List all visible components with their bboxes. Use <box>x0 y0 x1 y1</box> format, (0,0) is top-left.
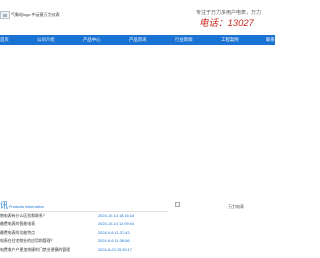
news-link[interactable]: 缴费电表的智能电表 <box>0 221 35 227</box>
news-date: 2024-6-20 15:30:17 <box>98 247 132 252</box>
phone-number: 13027 <box>227 18 254 29</box>
list-item: 物电表有什么区别和联系？ 2024-10-14 18:16:18 <box>0 213 170 219</box>
broken-image-icon <box>175 202 180 207</box>
header-phone: 电话：13027 <box>199 15 254 29</box>
divider <box>0 211 168 212</box>
nav-item-about[interactable]: 公司介绍 <box>37 35 55 45</box>
news-link[interactable]: 电表在住宅物业的应用和管理？ <box>0 238 54 244</box>
news-subtitle: Products information <box>9 205 44 209</box>
news-title: 讯 <box>0 201 8 210</box>
nav-item-product-news[interactable]: 产品资讯 <box>129 35 147 45</box>
logo-text: 气象站logo 中云意万力仪表 <box>11 12 60 17</box>
side-image-alt: 万力电表 <box>228 204 244 209</box>
news-link[interactable]: 电费收户户更加快捷的门禁业便捷的管理 <box>0 247 70 253</box>
news-heading: 讯 Products information <box>0 200 44 210</box>
news-date: 2024-9-8 11:37:43 <box>98 230 130 235</box>
news-date: 2024-9-6 11:36:56 <box>98 238 130 243</box>
nav-item-home[interactable]: 首页 <box>0 35 9 45</box>
side-image[interactable]: 万力电表 <box>175 202 275 258</box>
site-logo[interactable]: 气象站logo 中云意万力仪表 <box>0 11 60 19</box>
banner-area <box>0 45 275 185</box>
nav-item-contact[interactable]: 联系 <box>266 35 275 45</box>
site-header: 气象站logo 中云意万力仪表 专注于万力多用户电表，万力 电话：13027 <box>0 0 275 34</box>
nav-item-industry-news[interactable]: 行业新闻 <box>175 35 193 45</box>
list-item: 电表在住宅物业的应用和管理？ 2024-9-6 11:36:56 <box>0 238 170 244</box>
list-item: 缴费电表的功能特点 2024-9-8 11:37:43 <box>0 230 170 236</box>
news-date: 2024-10-14 12:09:04 <box>98 221 135 226</box>
list-item: 电费收户户更加快捷的门禁业便捷的管理 2024-6-20 15:30:17 <box>0 247 170 253</box>
news-link[interactable]: 缴费电表的功能特点 <box>0 230 35 236</box>
product-news-section: 讯 Products information 物电表有什么区别和联系？ 2024… <box>0 200 170 258</box>
main-nav: 首页 公司介绍 产品中心 产品资讯 行业新闻 工程案例 联系 <box>0 35 275 45</box>
news-link[interactable]: 物电表有什么区别和联系？ <box>0 213 47 219</box>
nav-item-cases[interactable]: 工程案例 <box>221 35 239 45</box>
phone-label: 电话： <box>199 18 228 29</box>
news-date: 2024-10-14 18:16:18 <box>98 213 135 218</box>
nav-item-products[interactable]: 产品中心 <box>83 35 101 45</box>
broken-image-icon <box>0 11 10 19</box>
list-item: 缴费电表的智能电表 2024-10-14 12:09:04 <box>0 221 170 227</box>
page: 气象站logo 中云意万力仪表 专注于万力多用户电表，万力 电话：13027 首… <box>0 0 275 258</box>
